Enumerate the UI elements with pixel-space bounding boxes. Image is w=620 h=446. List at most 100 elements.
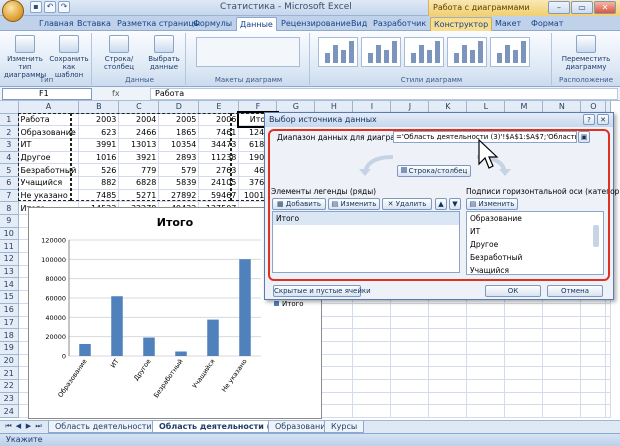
cancel-button[interactable]: Отмена <box>547 285 603 297</box>
cell[interactable] <box>580 316 607 330</box>
row-header[interactable]: 15 <box>0 290 19 304</box>
undo-icon[interactable]: ↶ <box>44 1 56 13</box>
bar[interactable] <box>207 319 219 356</box>
cell[interactable] <box>504 316 544 330</box>
cell[interactable] <box>352 303 392 317</box>
row-header[interactable]: 20 <box>0 354 19 368</box>
cell[interactable] <box>504 366 544 380</box>
row-header[interactable]: 6 <box>0 176 19 190</box>
column-header[interactable]: A <box>18 101 80 114</box>
cell[interactable] <box>466 366 506 380</box>
cell[interactable] <box>466 328 506 342</box>
row-header[interactable]: 3 <box>0 138 19 152</box>
cell[interactable]: 1865 <box>158 125 200 139</box>
cell[interactable] <box>605 392 612 406</box>
cell[interactable] <box>390 379 430 393</box>
column-header[interactable]: D <box>158 101 200 114</box>
cell[interactable] <box>504 379 544 393</box>
cell[interactable]: Другое <box>18 151 80 165</box>
fx-icon[interactable]: fx <box>112 88 142 100</box>
cell[interactable] <box>466 316 506 330</box>
layouts-gallery[interactable] <box>196 37 300 67</box>
style-4[interactable] <box>447 37 487 67</box>
cell[interactable] <box>605 379 612 393</box>
cell[interactable] <box>542 379 582 393</box>
save-template-button[interactable]: Сохранить как шаблон <box>48 35 90 79</box>
cell[interactable] <box>428 379 468 393</box>
cell[interactable]: 5271 <box>118 189 160 203</box>
tab-developer[interactable]: Разработчик <box>370 17 429 31</box>
cell[interactable]: 2006 <box>198 113 240 127</box>
hidden-empty-cells-button[interactable]: Скрытые и пустые ячейки <box>273 285 371 297</box>
last-sheet-icon[interactable]: ⏭ <box>34 422 43 432</box>
cell[interactable]: 882 <box>78 176 120 190</box>
cell[interactable]: 5839 <box>158 176 200 190</box>
cell[interactable] <box>580 392 607 406</box>
cell[interactable] <box>542 392 582 406</box>
tab-data[interactable]: Данные <box>236 17 277 31</box>
cell[interactable] <box>390 354 430 368</box>
cell[interactable]: Безработный <box>18 163 80 177</box>
cell[interactable] <box>390 404 430 418</box>
row-header[interactable]: 21 <box>0 366 19 380</box>
switch-row-col-button[interactable]: Строка/столбец <box>96 35 142 71</box>
edit-series-button[interactable]: ▤ Изменить <box>328 198 380 210</box>
row-header[interactable]: 7 <box>0 189 19 203</box>
cell[interactable] <box>542 404 582 418</box>
row-header[interactable]: 13 <box>0 265 19 279</box>
cell[interactable] <box>542 328 582 342</box>
bar[interactable] <box>239 259 251 356</box>
sheet-tab-active[interactable]: Область деятельности (3) <box>152 421 287 433</box>
formula-input[interactable]: Работа <box>150 88 618 100</box>
column-header[interactable]: E <box>198 101 240 114</box>
cell[interactable]: 7485 <box>78 189 120 203</box>
cell[interactable] <box>352 316 392 330</box>
move-chart-button[interactable]: Переместить диаграмму <box>558 35 614 71</box>
bar[interactable] <box>175 351 187 356</box>
style-2[interactable] <box>361 37 401 67</box>
cell[interactable]: 11238 <box>198 151 240 165</box>
style-5[interactable] <box>490 37 530 67</box>
redo-icon[interactable]: ↷ <box>58 1 70 13</box>
cell[interactable]: 59467 <box>198 189 240 203</box>
cell[interactable] <box>352 404 392 418</box>
row-header[interactable]: 8 <box>0 201 19 215</box>
cell[interactable]: 623 <box>78 125 120 139</box>
row-header[interactable]: 9 <box>0 214 19 228</box>
row-header[interactable]: 19 <box>0 341 19 355</box>
cell[interactable]: 3921 <box>118 151 160 165</box>
help-icon[interactable]: ? <box>583 114 595 125</box>
cell[interactable]: ИТ <box>18 138 80 152</box>
row-header[interactable]: 10 <box>0 227 19 241</box>
cell[interactable] <box>390 366 430 380</box>
cell[interactable] <box>542 366 582 380</box>
cell[interactable]: Учащийся <box>18 176 80 190</box>
tab-design[interactable]: Конструктор <box>430 17 493 31</box>
cell[interactable]: 6828 <box>118 176 160 190</box>
cell[interactable]: Не указано <box>18 189 80 203</box>
cell[interactable]: 526 <box>78 163 120 177</box>
cell[interactable] <box>352 392 392 406</box>
cell[interactable] <box>466 341 506 355</box>
cell[interactable] <box>428 392 468 406</box>
row-header[interactable]: 2 <box>0 125 19 139</box>
row-header[interactable]: 12 <box>0 252 19 266</box>
legend-list-item[interactable]: Итого <box>273 212 459 225</box>
style-3[interactable] <box>404 37 444 67</box>
cell[interactable]: 13013 <box>118 138 160 152</box>
cell[interactable]: 2893 <box>158 151 200 165</box>
cell[interactable] <box>504 392 544 406</box>
name-box[interactable]: F1 <box>2 88 92 100</box>
cell[interactable] <box>580 341 607 355</box>
cell[interactable] <box>580 404 607 418</box>
cell[interactable] <box>542 316 582 330</box>
cell[interactable]: 2004 <box>118 113 160 127</box>
cell[interactable] <box>504 328 544 342</box>
row-header[interactable]: 24 <box>0 404 19 418</box>
switch-row-col-dialog-button[interactable]: Строка/столбец <box>397 165 471 177</box>
bar[interactable] <box>79 343 91 356</box>
cell[interactable] <box>542 341 582 355</box>
move-up-icon[interactable]: ▲ <box>435 198 447 210</box>
style-1[interactable] <box>318 37 358 67</box>
axis-list-item[interactable]: Другое <box>467 238 603 251</box>
